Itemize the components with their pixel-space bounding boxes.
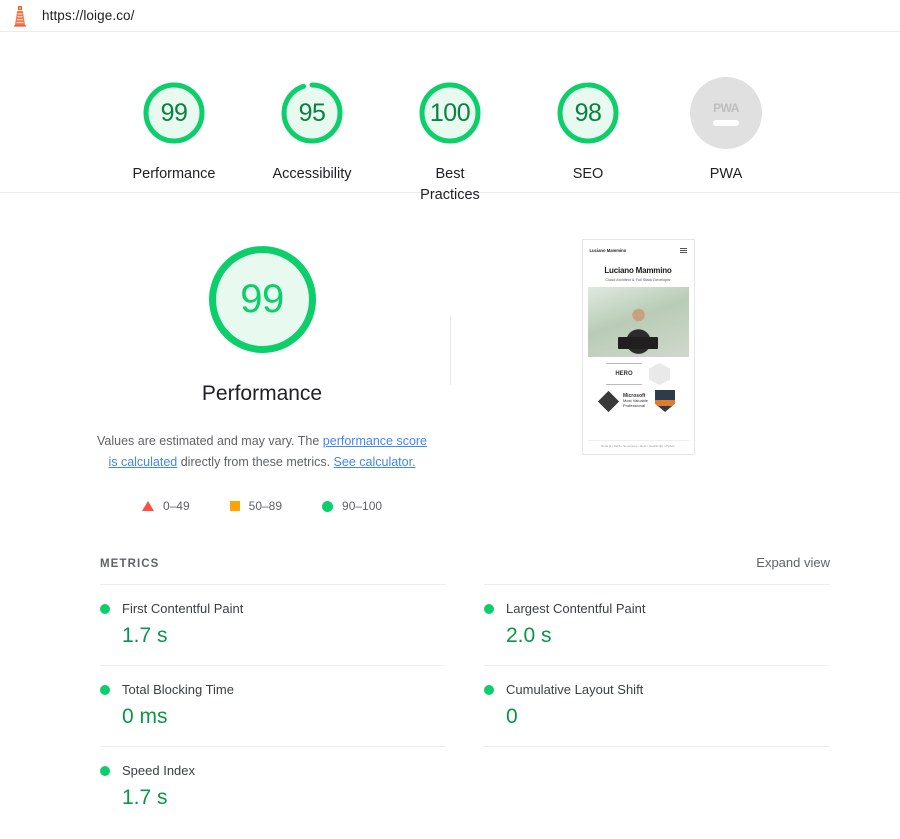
- legend-label-average: 50–89: [249, 499, 282, 513]
- metric-name: Speed Index: [122, 763, 195, 778]
- url-text[interactable]: https://loige.co/: [42, 8, 135, 23]
- gauge-performance: 99: [138, 77, 210, 149]
- metric-total-blocking-time[interactable]: Total Blocking Time 0 ms: [100, 665, 446, 746]
- pass-circle-icon: [484, 604, 494, 614]
- performance-gauge: 99: [200, 237, 325, 362]
- microsoft-badge: Microsoft Most Valuable Professional: [623, 394, 648, 408]
- metric-empty-slot: [484, 746, 830, 827]
- pass-circle-icon: [100, 685, 110, 695]
- score-gauge-pwa[interactable]: PWA PWA: [675, 77, 777, 185]
- metrics-grid: First Contentful Paint 1.7 s Largest Con…: [100, 584, 830, 827]
- thumbnail-heading: Luciano Mammino: [588, 266, 689, 275]
- legend-label-fail: 0–49: [163, 499, 190, 513]
- disclaimer-text-2: directly from these metrics.: [177, 455, 333, 469]
- thumbnail-footer: Node.js • AWS • Serverless • Rust • Java…: [588, 440, 689, 448]
- thumbnail-badge-row-1: HERO: [606, 363, 670, 385]
- gauge-seo: 98: [552, 77, 624, 149]
- metric-speed-index[interactable]: Speed Index 1.7 s: [100, 746, 446, 827]
- metric-name: Cumulative Layout Shift: [506, 682, 643, 697]
- square-icon: [230, 501, 240, 511]
- performance-disclaimer: Values are estimated and may vary. The p…: [92, 431, 432, 473]
- score-label-performance: Performance: [132, 164, 215, 185]
- score-label-pwa: PWA: [710, 164, 743, 185]
- gauge-value-accessibility: 95: [276, 77, 348, 149]
- metric-header: Speed Index: [100, 763, 446, 778]
- metric-header: Largest Contentful Paint: [484, 601, 830, 616]
- pwa-badge: PWA: [690, 77, 762, 149]
- score-gauges: 99 Performance 95 Accessibility 100 Best…: [0, 32, 900, 193]
- microsoft-badge-line2: Professional: [623, 404, 648, 408]
- metric-value: 0 ms: [122, 705, 446, 729]
- score-label-seo: SEO: [573, 164, 604, 185]
- metric-first-contentful-paint[interactable]: First Contentful Paint 1.7 s: [100, 584, 446, 665]
- pwa-badge-text: PWA: [713, 101, 739, 115]
- score-gauge-seo[interactable]: 98 SEO: [537, 77, 639, 185]
- gauge-best-practices: 100: [414, 77, 486, 149]
- performance-summary-row: 99 Performance Values are estimated and …: [0, 237, 900, 513]
- shield-badge-icon: [655, 390, 675, 412]
- performance-section: 99 Performance Values are estimated and …: [0, 193, 900, 827]
- metric-cumulative-layout-shift[interactable]: Cumulative Layout Shift 0: [484, 665, 830, 746]
- metric-value: 2.0 s: [506, 624, 830, 648]
- metric-header: Cumulative Layout Shift: [484, 682, 830, 697]
- gauge-accessibility: 95: [276, 77, 348, 149]
- score-label-best-practices-line1: Best: [435, 166, 464, 182]
- metric-value: 1.7 s: [122, 624, 446, 648]
- metric-name: Total Blocking Time: [122, 682, 234, 697]
- metric-header: Total Blocking Time: [100, 682, 446, 697]
- hexagon-badge-icon: [649, 363, 670, 385]
- page-thumbnail: Luciano Mammino Luciano Mammino Cloud Ar…: [582, 239, 695, 455]
- score-label-accessibility: Accessibility: [273, 164, 352, 185]
- metrics-header: METRICS Expand view: [100, 555, 830, 570]
- metric-largest-contentful-paint[interactable]: Largest Contentful Paint 2.0 s: [484, 584, 830, 665]
- pass-circle-icon: [484, 685, 494, 695]
- page-thumbnail-panel: Luciano Mammino Luciano Mammino Cloud Ar…: [451, 237, 826, 455]
- metric-name: Largest Contentful Paint: [506, 601, 645, 616]
- pass-circle-icon: [100, 604, 110, 614]
- thumbnail-badges: HERO Microsoft Most Valuable Professiona…: [588, 363, 689, 412]
- score-legend: 0–49 50–89 90–100: [142, 499, 382, 513]
- thumbnail-topbar: Luciano Mammino: [588, 246, 689, 253]
- see-calculator-link[interactable]: See calculator.: [334, 455, 416, 469]
- thumbnail-badge-row-2: Microsoft Most Valuable Professional: [601, 390, 675, 412]
- score-gauge-performance[interactable]: 99 Performance: [123, 77, 225, 185]
- legend-item-average: 50–89: [230, 499, 282, 513]
- thumbnail-photo: [588, 287, 689, 357]
- performance-gauge-value: 99: [200, 237, 325, 362]
- hamburger-icon: [680, 248, 687, 253]
- gauge-value-seo: 98: [552, 77, 624, 149]
- metric-name: First Contentful Paint: [122, 601, 243, 616]
- metric-header: First Contentful Paint: [100, 601, 446, 616]
- thumbnail-brand: Luciano Mammino: [590, 248, 627, 253]
- score-gauge-best-practices[interactable]: 100 Best Practices: [399, 77, 501, 206]
- circle-icon: [322, 501, 333, 512]
- performance-title: Performance: [202, 382, 322, 406]
- pwa-dash-icon: [713, 120, 739, 126]
- legend-item-fail: 0–49: [142, 499, 190, 513]
- lighthouse-icon: [10, 5, 30, 27]
- performance-summary: 99 Performance Values are estimated and …: [75, 237, 450, 513]
- gauge-value-performance: 99: [138, 77, 210, 149]
- thumbnail-subheading: Cloud Architect & Full Stack Developer: [588, 278, 689, 282]
- metrics-title: METRICS: [100, 558, 159, 570]
- expand-view-toggle[interactable]: Expand view: [756, 555, 830, 570]
- gauge-value-best-practices: 100: [414, 77, 486, 149]
- score-gauge-accessibility[interactable]: 95 Accessibility: [261, 77, 363, 185]
- disclaimer-text-1: Values are estimated and may vary. The: [97, 434, 323, 448]
- triangle-icon: [142, 501, 154, 511]
- url-bar: https://loige.co/: [0, 0, 900, 32]
- metric-value: 0: [506, 705, 830, 729]
- pass-circle-icon: [100, 766, 110, 776]
- legend-label-pass: 90–100: [342, 499, 382, 513]
- metric-value: 1.7 s: [122, 786, 446, 810]
- legend-item-pass: 90–100: [322, 499, 382, 513]
- hero-badge: HERO: [606, 363, 642, 385]
- mvp-diamond-icon: [598, 390, 619, 411]
